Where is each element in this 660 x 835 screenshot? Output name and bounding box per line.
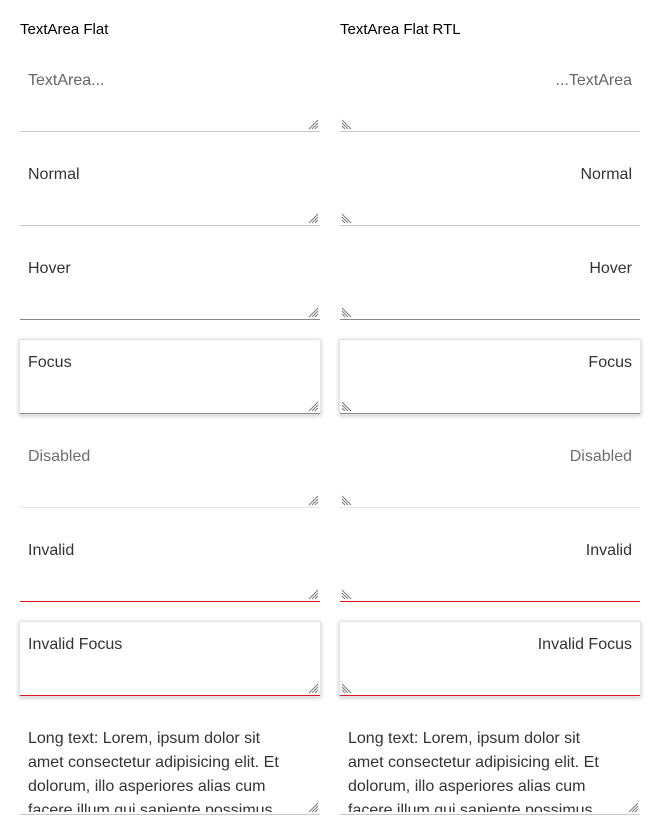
column-title-ltr: TextArea Flat [20, 21, 109, 38]
textarea-placeholder-text: TextArea... [28, 72, 105, 89]
textarea-rtl-disabled-text: Disabled [569, 448, 632, 465]
textarea-hover[interactable]: Hover [20, 246, 320, 320]
textarea-rtl-placeholder[interactable]: ...TextArea [340, 58, 640, 132]
resize-grip-icon[interactable] [307, 212, 319, 224]
resize-grip-icon[interactable] [307, 682, 319, 694]
textarea-long-text[interactable]: Long text: Lorem, ipsum dolor sit amet c… [20, 716, 320, 815]
textarea-disabled-text: Disabled [28, 448, 91, 465]
textarea-rtl-long-text[interactable]: Long text: Lorem, ipsum dolor sit amet c… [340, 716, 640, 815]
textarea-disabled: Disabled [20, 434, 320, 508]
resize-grip-icon[interactable] [307, 801, 319, 813]
textarea-focus[interactable]: Focus [20, 340, 320, 414]
resize-grip-icon[interactable] [307, 588, 319, 600]
textarea-rtl-normal[interactable]: Normal [340, 152, 640, 226]
resize-grip-icon[interactable] [627, 801, 639, 813]
resize-grip-icon[interactable] [341, 118, 353, 130]
textarea-rtl-long-text-content: Long text: Lorem, ipsum dolor sit amet c… [348, 730, 599, 812]
textarea-rtl-placeholder-text: ...TextArea [555, 72, 632, 89]
textarea-rtl-invalid[interactable]: Invalid [340, 528, 640, 602]
textarea-rtl-disabled: Disabled [340, 434, 640, 508]
resize-grip-icon[interactable] [341, 682, 353, 694]
textarea-hover-text: Hover [28, 260, 71, 277]
textarea-normal[interactable]: Normal [20, 152, 320, 226]
textarea-rtl-normal-text: Normal [580, 166, 632, 183]
textarea-rtl-hover[interactable]: Hover [340, 246, 640, 320]
textarea-rtl-focus[interactable]: Focus [340, 340, 640, 414]
textarea-long-text-content: Long text: Lorem, ipsum dolor sit amet c… [28, 730, 279, 812]
resize-grip-icon[interactable] [341, 588, 353, 600]
resize-grip-icon [307, 494, 319, 506]
textarea-rtl-focus-text: Focus [588, 354, 632, 371]
resize-grip-icon[interactable] [307, 400, 319, 412]
textarea-rtl-hover-text: Hover [589, 260, 632, 277]
textarea-focus-text: Focus [28, 354, 72, 371]
textarea-rtl-invalid-text: Invalid [585, 542, 632, 559]
textarea-invalid[interactable]: Invalid [20, 528, 320, 602]
resize-grip-icon[interactable] [341, 212, 353, 224]
textarea-rtl-invalid-focus-text: Invalid Focus [537, 636, 632, 653]
resize-grip-icon[interactable] [307, 118, 319, 130]
resize-grip-icon[interactable] [341, 400, 353, 412]
column-title-rtl: TextArea Flat RTL [340, 21, 461, 38]
textarea-placeholder[interactable]: TextArea... [20, 58, 320, 132]
textarea-invalid-text: Invalid [28, 542, 75, 559]
resize-grip-icon [341, 494, 353, 506]
textarea-normal-text: Normal [28, 166, 80, 183]
textarea-rtl-invalid-focus[interactable]: Invalid Focus [340, 622, 640, 696]
textarea-invalid-focus[interactable]: Invalid Focus [20, 622, 320, 696]
resize-grip-icon[interactable] [341, 306, 353, 318]
textarea-invalid-focus-text: Invalid Focus [28, 636, 123, 653]
resize-grip-icon[interactable] [307, 306, 319, 318]
